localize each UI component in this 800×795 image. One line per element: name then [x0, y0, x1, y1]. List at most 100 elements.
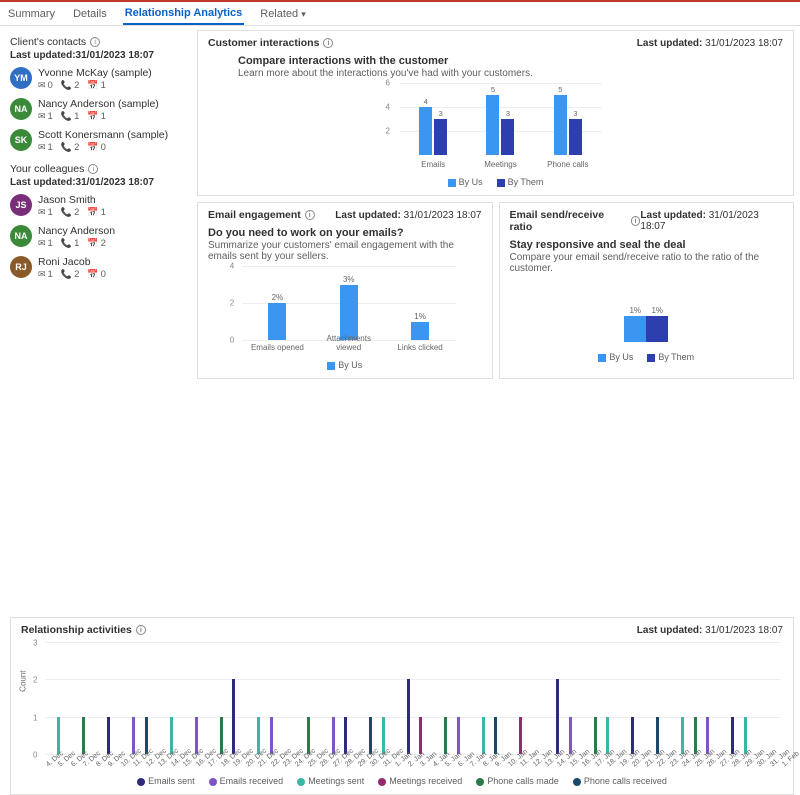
contact-item[interactable]: JS Jason Smith ✉1 📞2 📅1 — [10, 194, 187, 218]
avatar: NA — [10, 98, 32, 120]
card-title: Email engagement — [208, 209, 301, 221]
phone-icon: 📞 — [61, 80, 72, 90]
clients-last-updated: Last updated:31/01/2023 18:07 — [10, 50, 187, 61]
phone-icon: 📞 — [61, 269, 72, 279]
contact-stats: ✉1 📞1 📅1 — [38, 111, 187, 122]
contact-item[interactable]: NA Nancy Anderson ✉1 📞1 📅2 — [10, 225, 187, 249]
card-title: Customer interactions — [208, 37, 319, 49]
contact-item[interactable]: SK Scott Konersmann (sample) ✉1 📞2 📅0 — [10, 129, 187, 153]
phone-icon: 📞 — [61, 238, 72, 248]
activity-bar — [556, 679, 559, 754]
activity-bar — [519, 717, 522, 754]
activity-bar — [694, 717, 697, 754]
contact-name: Roni Jacob — [38, 256, 187, 268]
info-icon[interactable]: i — [631, 216, 641, 226]
phone-icon: 📞 — [61, 207, 72, 217]
tab-relationship-analytics[interactable]: Relationship Analytics — [123, 3, 245, 25]
chart-legend: By Us By Them — [510, 352, 784, 362]
customer-interactions-card: Customer interactions i Last updated: 31/… — [197, 30, 794, 196]
contact-stats: ✉1 📞1 📅2 — [38, 238, 187, 249]
mail-icon: ✉ — [38, 142, 46, 152]
calendar-icon: 📅 — [87, 238, 98, 248]
mail-icon: ✉ — [38, 111, 46, 121]
activity-bar — [482, 717, 485, 754]
avatar: SK — [10, 129, 32, 151]
sidebar: Client's contactsi Last updated:31/01/20… — [0, 26, 193, 611]
colleagues-last-updated: Last updated:31/01/2023 18:07 — [10, 177, 187, 188]
mail-icon: ✉ — [38, 269, 46, 279]
contact-stats: ✉0 📞2 📅1 — [38, 80, 187, 91]
calendar-icon: 📅 — [87, 207, 98, 217]
last-updated: Last updated: 31/01/2023 18:07 — [637, 38, 783, 49]
contact-name: Yvonne McKay (sample) — [38, 67, 187, 79]
last-updated: Last updated: 31/01/2023 18:07 — [640, 210, 783, 232]
calendar-icon: 📅 — [87, 80, 98, 90]
calendar-icon: 📅 — [87, 269, 98, 279]
activity-bar — [681, 717, 684, 754]
activity-bar — [220, 717, 223, 754]
info-icon[interactable]: i — [88, 164, 98, 174]
top-tab-bar: Summary Details Relationship Analytics R… — [0, 0, 800, 26]
customer-interactions-chart: 24643Emails53Meetings53Phone calls — [386, 83, 606, 173]
card-heading: Do you need to work on your emails? — [208, 227, 482, 239]
card-subtext: Learn more about the interactions you've… — [238, 68, 783, 79]
email-ratio-chart: 1%1% — [571, 282, 721, 342]
card-title: Relationship activities — [21, 624, 132, 636]
activity-bar — [656, 717, 659, 754]
chart-legend: By Us By Them — [208, 177, 783, 187]
activity-bar — [369, 717, 372, 754]
tab-summary[interactable]: Summary — [6, 4, 57, 24]
last-updated: Last updated: 31/01/2023 18:07 — [335, 210, 481, 221]
card-subtext: Summarize your customers' email engageme… — [208, 240, 482, 262]
activity-bar — [606, 717, 609, 754]
card-title: Email send/receive ratio — [510, 209, 627, 233]
activity-bar — [706, 717, 709, 754]
activity-bar — [419, 717, 422, 754]
card-heading: Stay responsive and seal the deal — [510, 239, 784, 251]
avatar: JS — [10, 194, 32, 216]
avatar: NA — [10, 225, 32, 247]
info-icon[interactable]: i — [90, 37, 100, 47]
info-icon[interactable]: i — [305, 210, 315, 220]
info-icon[interactable]: i — [323, 38, 333, 48]
activity-bar — [457, 717, 460, 754]
activity-bar — [107, 717, 110, 754]
mail-icon: ✉ — [38, 80, 46, 90]
contact-stats: ✉1 📞2 📅1 — [38, 207, 187, 218]
activities-legend: Emails sentEmails receivedMeetings sentM… — [21, 776, 783, 786]
chevron-down-icon: ▾ — [301, 9, 306, 19]
activity-bar — [631, 717, 634, 754]
clients-contacts-header: Client's contactsi — [10, 36, 187, 48]
activity-bar — [744, 717, 747, 754]
contact-item[interactable]: RJ Roni Jacob ✉1 📞2 📅0 — [10, 256, 187, 280]
contact-name: Jason Smith — [38, 194, 187, 206]
calendar-icon: 📅 — [87, 111, 98, 121]
contact-name: Scott Konersmann (sample) — [38, 129, 187, 141]
contact-stats: ✉1 📞2 📅0 — [38, 269, 187, 280]
activity-bar — [82, 717, 85, 754]
activity-bar — [344, 717, 347, 754]
mail-icon: ✉ — [38, 238, 46, 248]
email-ratio-card: Email send/receive ratio i Last updated: … — [499, 202, 795, 379]
activity-bar — [444, 717, 447, 754]
calendar-icon: 📅 — [87, 142, 98, 152]
mail-icon: ✉ — [38, 207, 46, 217]
info-icon[interactable]: i — [136, 625, 146, 635]
tab-details[interactable]: Details — [71, 4, 109, 24]
email-engagement-chart: 0242%Emails opened3%Attachments viewed1%… — [230, 266, 460, 356]
contact-stats: ✉1 📞2 📅0 — [38, 142, 187, 153]
avatar: RJ — [10, 256, 32, 278]
activity-bar — [407, 679, 410, 754]
contact-item[interactable]: YM Yvonne McKay (sample) ✉0 📞2 📅1 — [10, 67, 187, 91]
card-heading: Compare interactions with the customer — [238, 55, 783, 67]
activity-bar — [232, 679, 235, 754]
contact-item[interactable]: NA Nancy Anderson (sample) ✉1 📞1 📅1 — [10, 98, 187, 122]
relationship-activities-chart: Count 0123 4. Dec5. Dec6. Dec7. Dec8. De… — [21, 642, 783, 772]
email-engagement-card: Email engagement i Last updated: 31/01/20… — [197, 202, 493, 379]
main-area: Customer interactions i Last updated: 31/… — [193, 26, 800, 611]
activity-bar — [731, 717, 734, 754]
activity-bar — [57, 717, 60, 754]
tab-related[interactable]: Related ▾ — [258, 4, 308, 24]
activity-bar — [132, 717, 135, 754]
phone-icon: 📞 — [61, 142, 72, 152]
